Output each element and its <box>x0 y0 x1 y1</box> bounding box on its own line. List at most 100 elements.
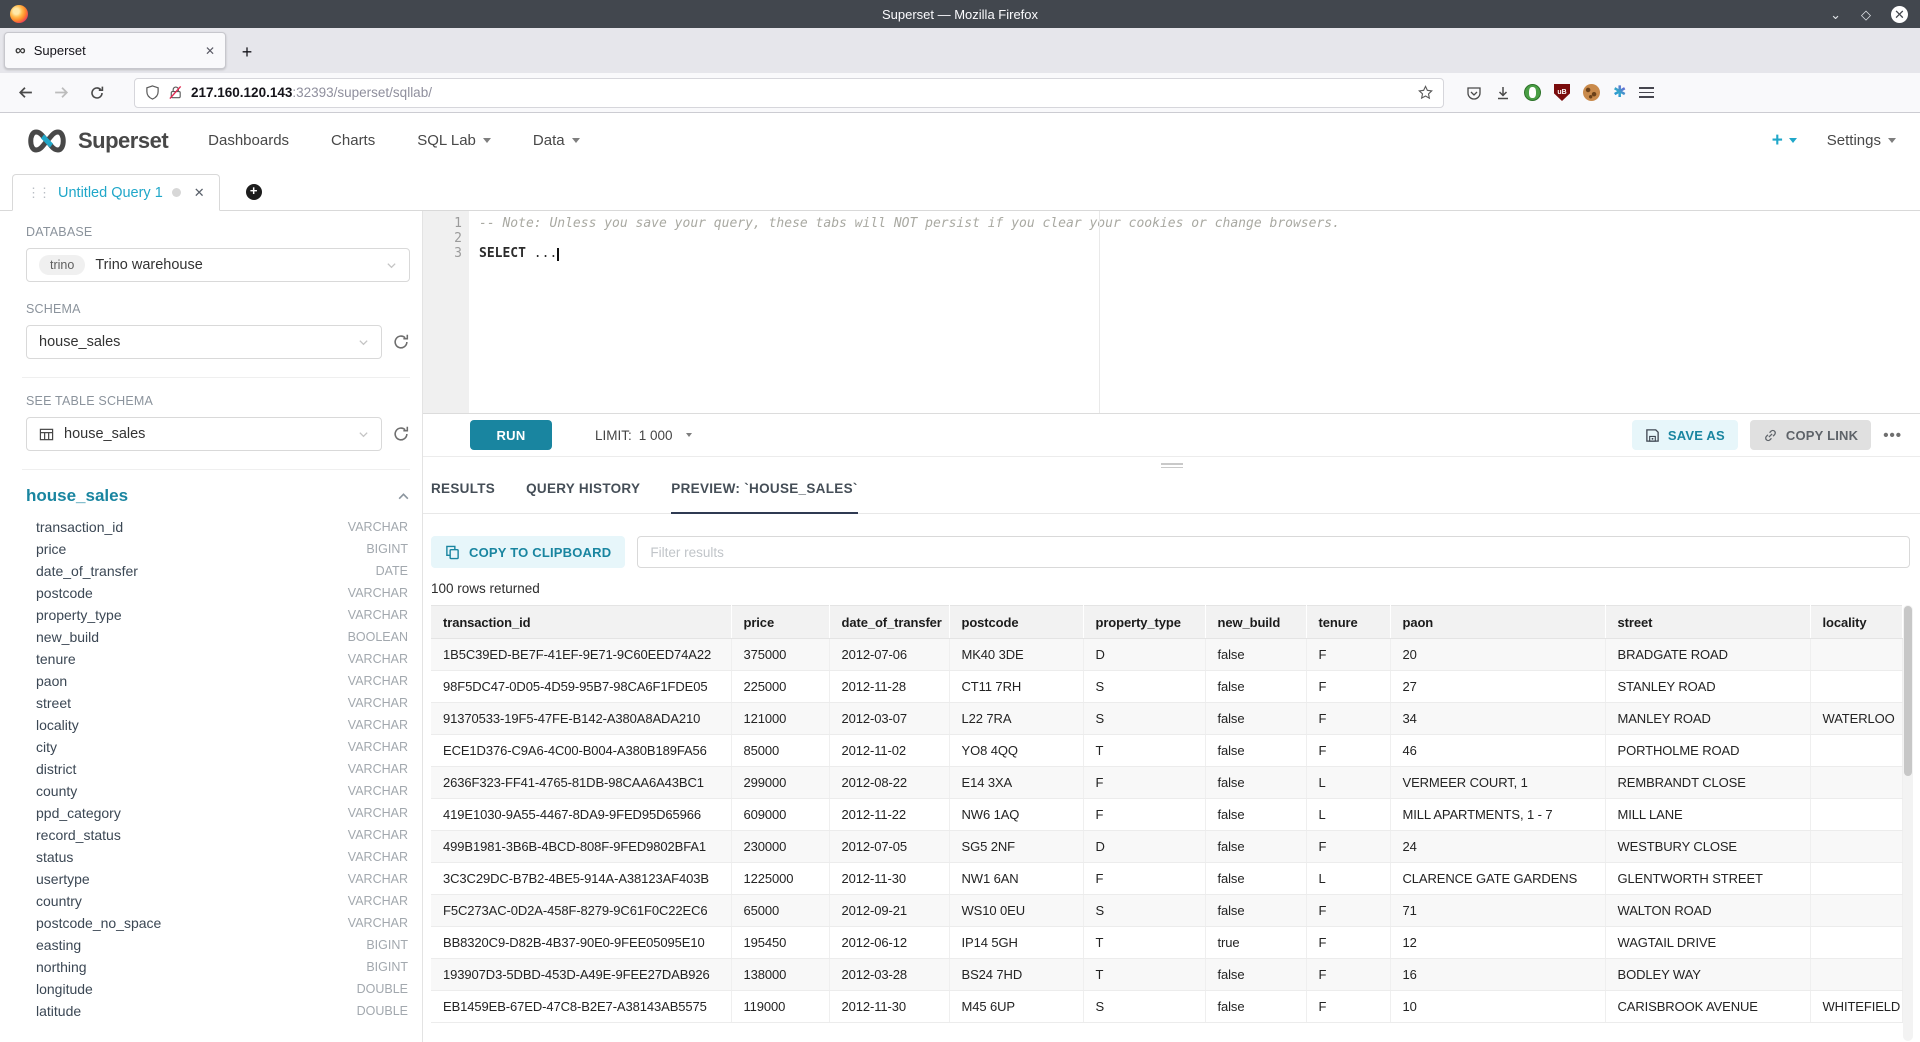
table-cell: L <box>1306 863 1390 895</box>
schema-column-name: easting <box>36 937 366 953</box>
table-cell: PORTHOLME ROAD <box>1605 735 1810 767</box>
drag-handle-icon[interactable]: ⋮⋮ <box>27 185 49 201</box>
schema-column-row: postcode_no_spaceVARCHAR <box>26 912 410 934</box>
tab-preview-house-sales[interactable]: PREVIEW: `HOUSE_SALES` <box>671 475 857 514</box>
downloads-icon[interactable] <box>1495 85 1511 101</box>
insecure-lock-icon[interactable] <box>168 85 183 100</box>
nav-sql-lab[interactable]: SQL Lab <box>417 132 491 149</box>
table-cell: F <box>1306 703 1390 735</box>
column-header[interactable]: transaction_id <box>431 606 731 639</box>
line-number: 2 <box>423 231 462 246</box>
column-header[interactable]: locality <box>1810 606 1902 639</box>
table-cell: false <box>1205 863 1306 895</box>
drag-handle-icon[interactable] <box>1161 463 1183 468</box>
tab-results[interactable]: RESULTS <box>431 475 495 514</box>
table-cell: EB1459EB-67ED-47C8-B2E7-A38143AB5575 <box>431 991 731 1023</box>
table-cell: WAGTAIL DRIVE <box>1605 927 1810 959</box>
table-cell: 2012-03-28 <box>829 959 949 991</box>
sql-editor[interactable]: 1 2 3 -- Note: Unless you save your quer… <box>423 211 1920 414</box>
limit-label: LIMIT: <box>595 428 632 443</box>
editor-code[interactable]: -- Note: Unless you save your query, the… <box>469 211 1920 413</box>
refresh-schema-icon[interactable] <box>392 333 410 351</box>
refresh-table-icon[interactable] <box>392 425 410 443</box>
schema-column-name: price <box>36 541 366 557</box>
chevron-up-icon[interactable] <box>397 490 410 503</box>
table-scrollbar[interactable] <box>1903 605 1913 1041</box>
column-header[interactable]: postcode <box>949 606 1083 639</box>
back-icon[interactable] <box>10 79 40 107</box>
browser-tab[interactable]: ∞ Superset ✕ <box>4 32 226 69</box>
ublock-origin-icon[interactable]: uB <box>1554 84 1570 101</box>
table-icon <box>39 427 54 442</box>
more-options-button[interactable]: ••• <box>1883 427 1902 444</box>
run-button[interactable]: RUN <box>470 420 552 450</box>
column-header[interactable]: new_build <box>1205 606 1306 639</box>
new-item-button[interactable]: + <box>1772 131 1797 150</box>
limit-dropdown[interactable]: LIMIT: 1 000 <box>595 428 692 443</box>
column-header[interactable]: paon <box>1390 606 1605 639</box>
reload-icon[interactable] <box>82 79 112 107</box>
superset-logo[interactable]: Superset <box>24 128 168 154</box>
scrollbar-thumb[interactable] <box>1904 606 1912 776</box>
column-header[interactable]: property_type <box>1083 606 1205 639</box>
extension-asterisk-icon[interactable]: ✱ <box>1613 85 1626 101</box>
column-header[interactable]: tenure <box>1306 606 1390 639</box>
column-header[interactable]: price <box>731 606 829 639</box>
sqllab-sidebar: DATABASE trino Trino warehouse SCHEMA ho… <box>0 211 423 1042</box>
copy-link-button[interactable]: COPY LINK <box>1750 420 1871 450</box>
add-query-tab-button[interactable]: + <box>246 184 262 200</box>
filter-results-input[interactable] <box>637 536 1910 568</box>
column-header[interactable]: street <box>1605 606 1810 639</box>
copy-to-clipboard-button[interactable]: COPY TO CLIPBOARD <box>431 536 625 568</box>
schema-column-name: property_type <box>36 607 348 623</box>
pocket-icon[interactable] <box>1466 85 1482 101</box>
schema-column-row: property_typeVARCHAR <box>26 604 410 626</box>
schema-column-row: postcodeVARCHAR <box>26 582 410 604</box>
schema-column-type: VARCHAR <box>348 916 410 930</box>
cookie-extension-icon[interactable] <box>1583 84 1600 101</box>
table-cell <box>1810 863 1902 895</box>
table-cell: MK40 3DE <box>949 639 1083 671</box>
new-tab-button[interactable]: + <box>232 37 262 67</box>
forward-icon[interactable] <box>46 79 76 107</box>
table-body: 1B5C39ED-BE7F-41EF-9E71-9C60EED74A223750… <box>431 639 1902 1023</box>
nav-charts[interactable]: Charts <box>331 132 375 149</box>
bookmark-star-icon[interactable] <box>1418 85 1433 100</box>
schema-column-type: DOUBLE <box>357 1004 410 1018</box>
table-cell <box>1810 831 1902 863</box>
schema-column-type: BIGINT <box>366 960 410 974</box>
schema-column-name: county <box>36 783 348 799</box>
schema-column-name: latitude <box>36 1003 357 1019</box>
schema-select[interactable]: house_sales <box>26 325 382 359</box>
window-maximize-icon[interactable]: ◇ <box>1861 8 1871 21</box>
table-cell: 16 <box>1390 959 1605 991</box>
query-tab[interactable]: ⋮⋮ Untitled Query 1 ✕ <box>12 174 220 211</box>
table-cell: MANLEY ROAD <box>1605 703 1810 735</box>
table-cell: D <box>1083 831 1205 863</box>
privacy-badger-icon[interactable] <box>1524 84 1541 101</box>
window-close-icon[interactable]: ✕ <box>1891 6 1908 23</box>
table-cell: 193907D3-5DBD-453D-A49E-9FEE27DAB926 <box>431 959 731 991</box>
pane-splitter[interactable] <box>423 456 1920 475</box>
table-cell: WALTON ROAD <box>1605 895 1810 927</box>
save-as-button[interactable]: SAVE AS <box>1632 420 1738 450</box>
tab-query-history[interactable]: QUERY HISTORY <box>526 475 640 514</box>
settings-menu[interactable]: Settings <box>1827 132 1896 149</box>
tab-close-icon[interactable]: ✕ <box>205 44 215 58</box>
schema-column-type: VARCHAR <box>348 740 410 754</box>
url-text[interactable]: 217.160.120.143:32393/superset/sqllab/ <box>191 85 1410 100</box>
database-select[interactable]: trino Trino warehouse <box>26 248 410 282</box>
table-select[interactable]: house_sales <box>26 417 382 451</box>
schema-column-row: streetVARCHAR <box>26 692 410 714</box>
query-tab-close-icon[interactable]: ✕ <box>194 185 205 201</box>
tracking-shield-icon[interactable] <box>145 85 160 100</box>
table-schema-title[interactable]: house_sales <box>26 486 397 506</box>
menu-hamburger-icon[interactable] <box>1639 87 1654 98</box>
nav-data[interactable]: Data <box>533 132 580 149</box>
nav-dashboards[interactable]: Dashboards <box>208 132 289 149</box>
table-cell: 2012-09-21 <box>829 895 949 927</box>
schema-column-name: district <box>36 761 348 777</box>
url-bar[interactable]: 217.160.120.143:32393/superset/sqllab/ <box>134 78 1444 108</box>
column-header[interactable]: date_of_transfer <box>829 606 949 639</box>
window-minimize-icon[interactable]: ⌄ <box>1830 8 1841 21</box>
